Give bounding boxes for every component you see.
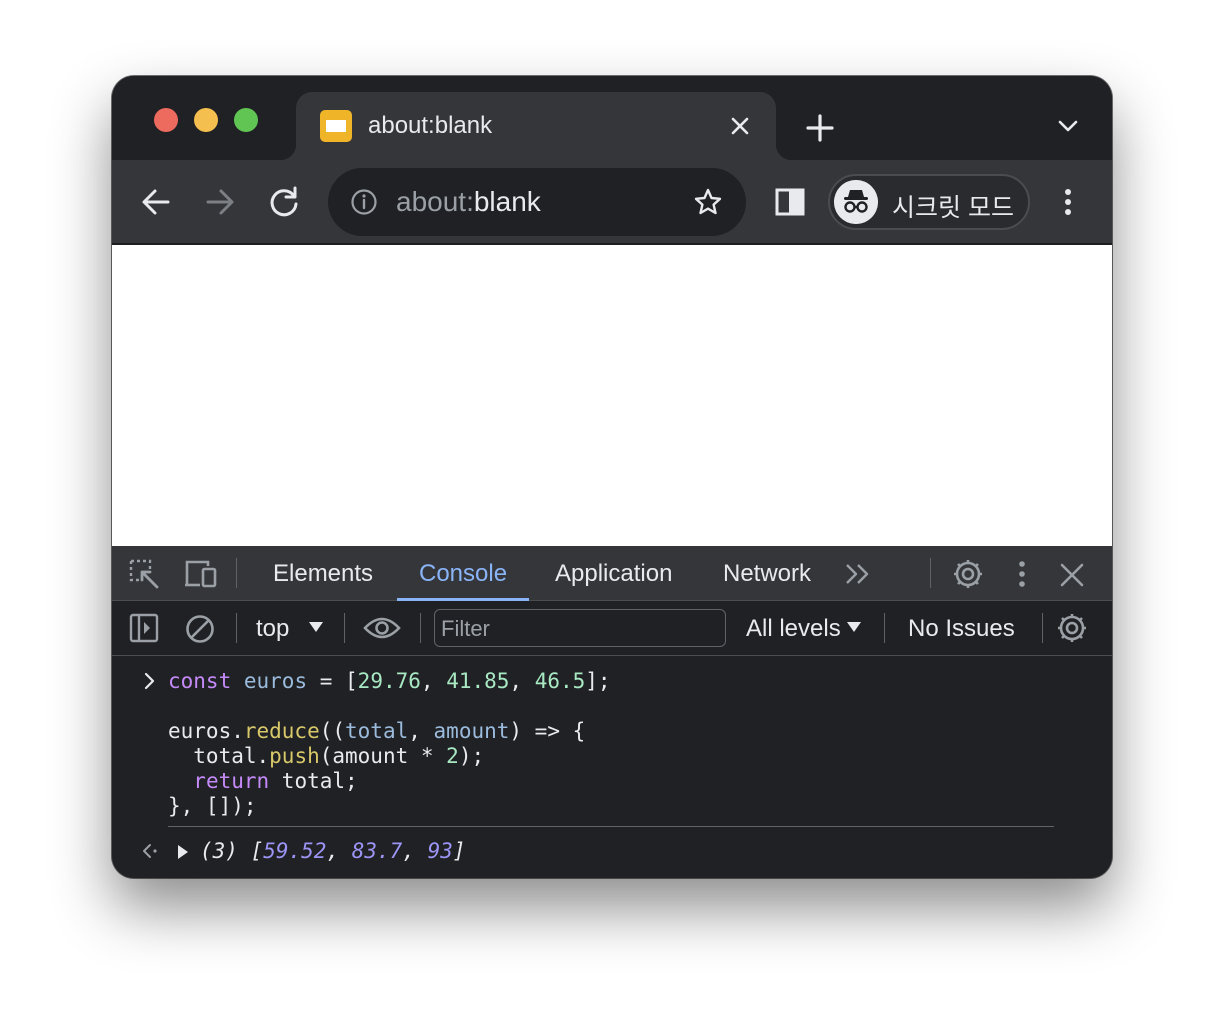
- close-icon[interactable]: [728, 114, 752, 138]
- devtools-tab-bar: Elements Console Application Network: [112, 546, 1112, 601]
- dropdown-triangle-icon[interactable]: [308, 621, 324, 633]
- maximize-window-button[interactable]: [234, 108, 258, 132]
- code-line: const euros = [29.76, 41.85, 46.5];: [168, 669, 611, 693]
- code-line: return total;: [193, 769, 358, 793]
- code-line: }, []);: [168, 794, 257, 818]
- incognito-icon: [834, 180, 878, 224]
- incognito-label: 시크릿 모드: [892, 194, 1014, 222]
- tab-application[interactable]: Application: [555, 546, 672, 601]
- code-line: total.push(amount * 2);: [168, 744, 485, 768]
- array-value: 83.7: [351, 839, 403, 863]
- plus-icon[interactable]: [802, 110, 838, 146]
- tab-strip: about:blank: [112, 76, 1112, 160]
- clear-console-icon[interactable]: [184, 613, 216, 645]
- toolbar-divider: [344, 613, 345, 643]
- toolbar-divider: [236, 613, 237, 643]
- page-favicon-icon: [320, 110, 352, 142]
- console-output[interactable]: const euros = [29.76, 41.85, 46.5]; euro…: [112, 656, 1112, 878]
- device-toolbar-icon[interactable]: [184, 558, 218, 590]
- array-value: 93: [427, 839, 453, 863]
- toolbar-divider: [236, 558, 237, 588]
- forward-arrow-icon[interactable]: [200, 182, 240, 222]
- more-tabs-chevrons-icon[interactable]: [844, 561, 872, 587]
- close-icon[interactable]: [1058, 561, 1086, 589]
- browser-toolbar: about:blank 시크릿 모드: [112, 160, 1112, 244]
- back-arrow-icon[interactable]: [136, 182, 176, 222]
- array-length: (3): [200, 839, 238, 863]
- eye-icon[interactable]: [363, 614, 401, 642]
- prompt-chevron-icon: [144, 672, 155, 690]
- filter-placeholder: Filter: [441, 616, 490, 641]
- gear-icon[interactable]: [1055, 611, 1089, 645]
- toolbar-divider: [930, 558, 931, 588]
- code-line: euros.reduce((total, amount) => {: [168, 719, 586, 743]
- info-icon[interactable]: [350, 188, 378, 216]
- reload-icon[interactable]: [264, 182, 304, 222]
- console-toolbar: top Filter All levels No Issues: [112, 601, 1112, 656]
- tab-title: about:blank: [368, 112, 493, 139]
- result-divider: [168, 826, 1054, 827]
- url-scheme: about:: [396, 186, 474, 217]
- issues-counter[interactable]: No Issues: [908, 615, 1015, 643]
- result-arrow-icon: [143, 844, 157, 858]
- filter-input[interactable]: Filter: [434, 609, 726, 647]
- browser-window: about:blank about:blank 시크릿 모드 Elements …: [112, 76, 1112, 878]
- dropdown-triangle-icon[interactable]: [846, 621, 862, 633]
- toolbar-divider: [420, 613, 421, 643]
- tab-console[interactable]: Console: [396, 546, 530, 601]
- toolbar-divider: [884, 613, 885, 643]
- toolbar-divider: [1042, 613, 1043, 643]
- side-panel-icon[interactable]: [774, 186, 806, 218]
- url-host: blank: [473, 186, 541, 217]
- array-value: 59.52: [263, 839, 327, 863]
- tab-network[interactable]: Network: [723, 546, 811, 601]
- gear-icon[interactable]: [951, 557, 985, 591]
- tab-about-blank[interactable]: about:blank: [280, 92, 792, 160]
- context-selector[interactable]: top: [256, 615, 289, 643]
- result-array[interactable]: (3) [59.52, 83.7, 93]: [200, 838, 466, 864]
- sidebar-toggle-icon[interactable]: [129, 613, 159, 643]
- devtools-panel: Elements Console Application Network top…: [112, 546, 1112, 878]
- inspect-element-icon[interactable]: [128, 558, 160, 590]
- log-levels-dropdown[interactable]: All levels: [746, 615, 841, 643]
- url-text[interactable]: about:blank: [396, 186, 541, 218]
- minimize-window-button[interactable]: [194, 108, 218, 132]
- address-bar[interactable]: about:blank: [328, 168, 746, 236]
- close-window-button[interactable]: [154, 108, 178, 132]
- incognito-profile-button[interactable]: 시크릿 모드: [828, 174, 1030, 230]
- expand-triangle-icon[interactable]: [176, 844, 190, 860]
- kebab-menu-icon[interactable]: [1010, 558, 1034, 590]
- star-icon[interactable]: [692, 186, 724, 218]
- page-viewport[interactable]: [112, 245, 1112, 546]
- kebab-menu-icon[interactable]: [1052, 184, 1084, 220]
- tab-elements[interactable]: Elements: [273, 546, 373, 601]
- chevron-down-icon[interactable]: [1054, 114, 1082, 138]
